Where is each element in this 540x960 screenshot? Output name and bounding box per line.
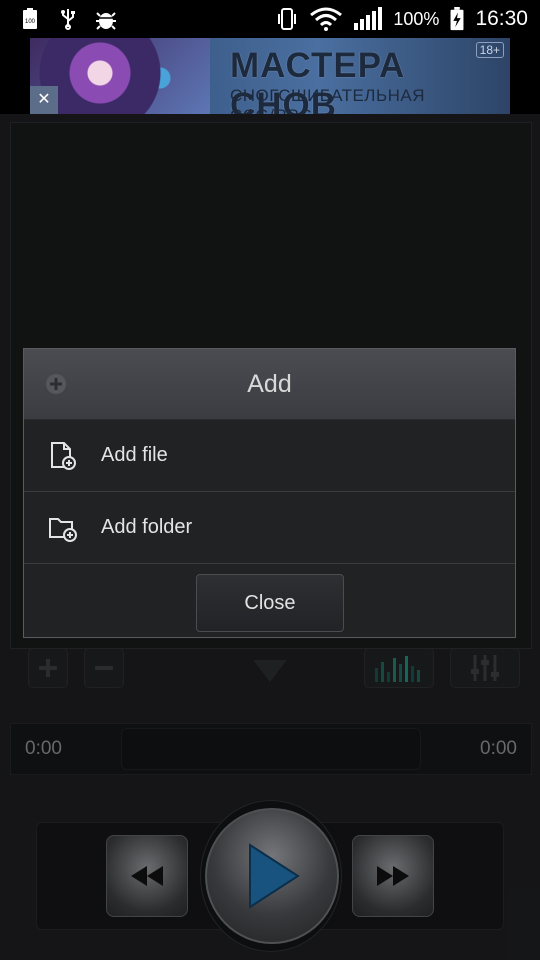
ad-age-rating: 18+ (475, 42, 504, 58)
debug-android-icon (96, 12, 116, 30)
ad-close-icon[interactable]: ✕ (30, 86, 58, 114)
ad-subtitle: СНОГСШИБАТЕЛЬНАЯ CCG/RPG (230, 86, 426, 114)
dialog-footer: Close (24, 564, 515, 639)
ad-banner[interactable]: МАСТЕРА СНОВ СНОГСШИБАТЕЛЬНАЯ CCG/RPG 18… (30, 38, 510, 114)
close-button[interactable]: Close (196, 574, 344, 632)
battery-percent: 100% (393, 8, 440, 29)
battery-full-notification-icon: 100 (23, 8, 37, 29)
ad-banner-container: МАСТЕРА СНОВ СНОГСШИБАТЕЛЬНАЯ CCG/RPG 18… (0, 38, 540, 114)
file-add-icon (51, 442, 76, 470)
wifi-icon (310, 7, 343, 31)
status-bar: 100 100% 16:30 (0, 0, 540, 38)
battery-charging-icon (450, 7, 464, 31)
dialog-title: Add (247, 369, 292, 398)
add-folder-label: Add folder (101, 516, 193, 538)
add-folder-option[interactable]: Add folder (24, 492, 515, 564)
usb-icon (61, 9, 75, 30)
dialog-header: Add (24, 349, 515, 420)
add-dialog: Add Add file Add folder Close (23, 348, 516, 638)
signal-icon (354, 7, 383, 30)
vibrate-icon (278, 8, 297, 30)
svg-text:100: 100 (25, 19, 36, 25)
add-file-option[interactable]: Add file (24, 420, 515, 492)
add-circle-icon (46, 374, 66, 394)
folder-add-icon (49, 518, 77, 542)
clock: 16:30 (475, 7, 528, 30)
add-file-label: Add file (101, 444, 168, 466)
